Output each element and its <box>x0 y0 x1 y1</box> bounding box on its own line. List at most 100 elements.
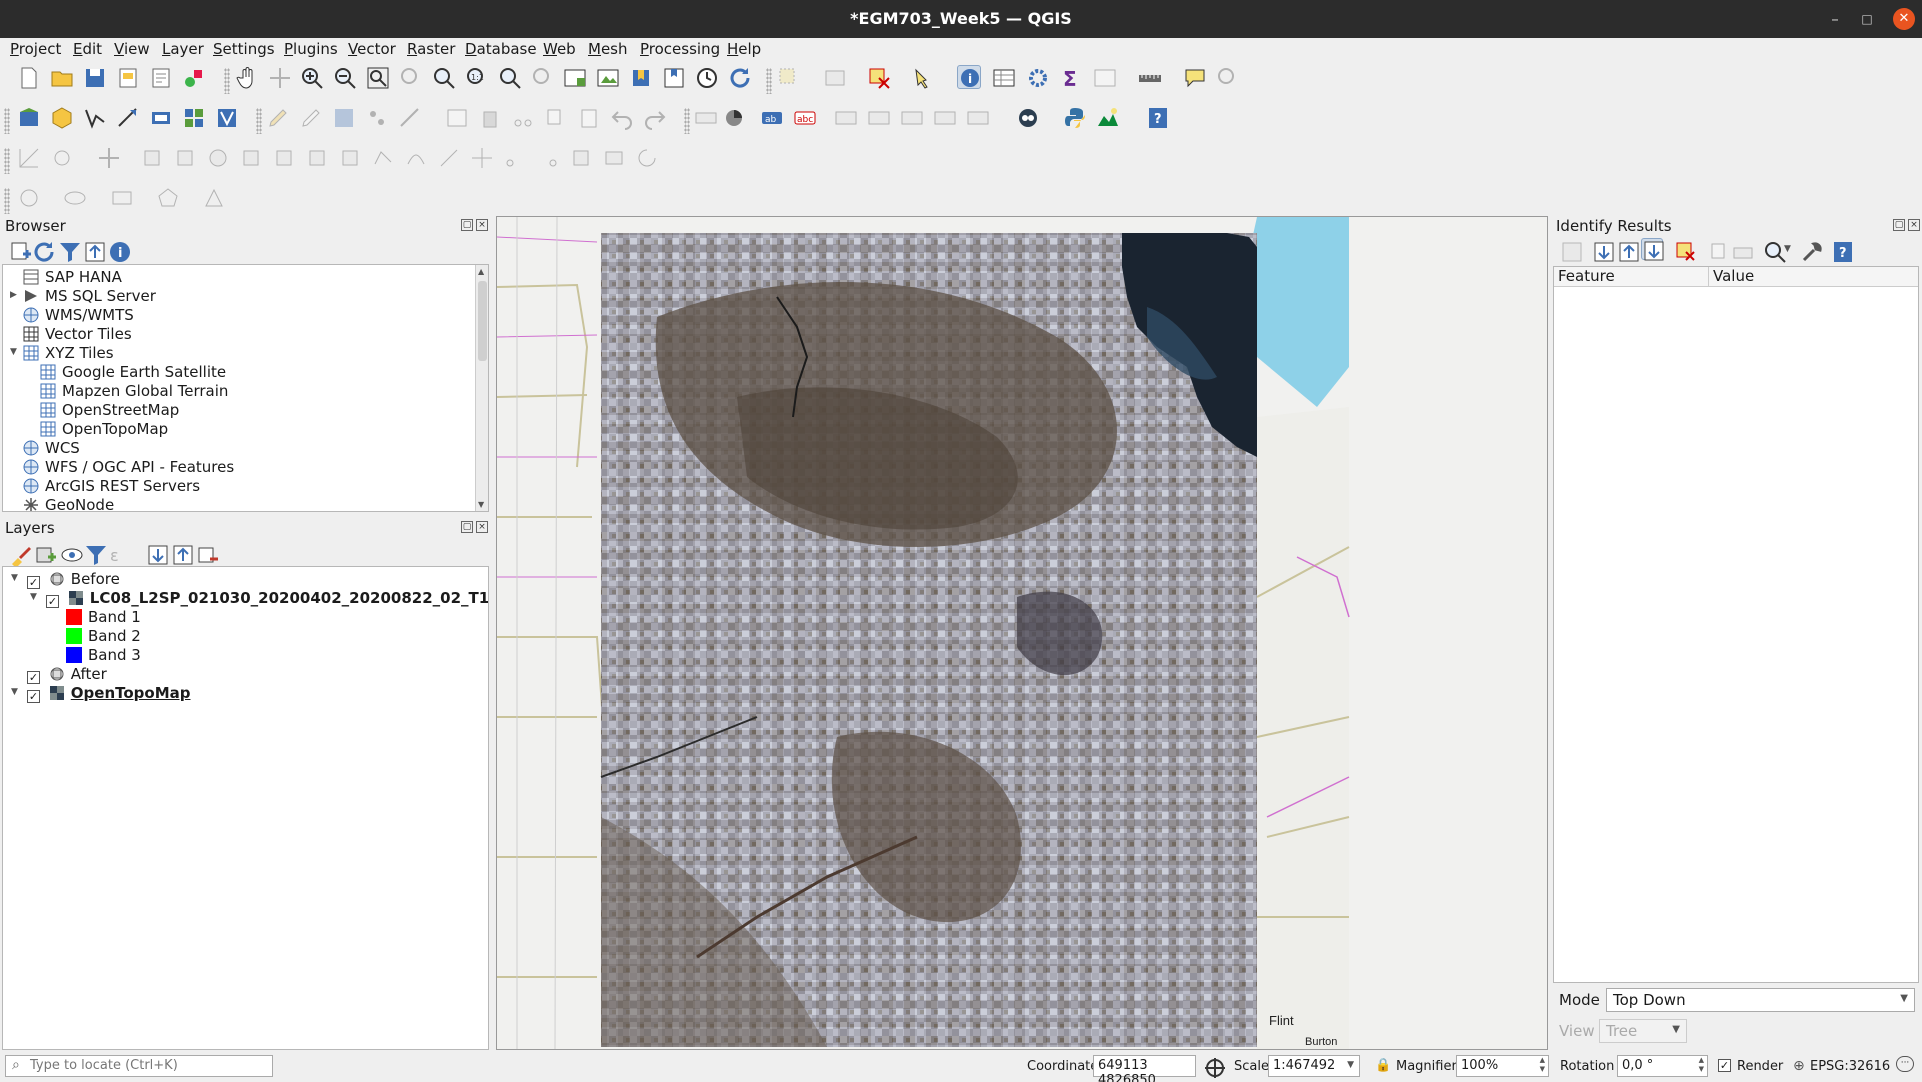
open-project-icon[interactable] <box>50 66 74 90</box>
pan-map-icon[interactable] <box>235 66 259 90</box>
view-select[interactable]: Tree ▼ <box>1599 1019 1687 1043</box>
messages-icon[interactable]: ··· <box>1896 1056 1914 1072</box>
locator-icon[interactable] <box>1216 66 1240 90</box>
new-map-view-icon[interactable] <box>563 66 587 90</box>
zoom-in-icon[interactable] <box>300 66 324 90</box>
add-group-icon[interactable] <box>34 543 56 563</box>
reverse-line-icon[interactable] <box>437 146 461 170</box>
rotate-point-symbols-icon[interactable] <box>635 146 659 170</box>
identify-mode-icon[interactable] <box>1763 240 1786 263</box>
expand-new-results-icon[interactable] <box>1641 238 1664 261</box>
add-feature-icon[interactable] <box>365 106 389 130</box>
menu-database[interactable]: Database <box>465 40 537 58</box>
add-delimited-text-icon[interactable] <box>116 106 140 130</box>
python-console-icon[interactable] <box>1063 106 1087 130</box>
magnifier-field[interactable]: 100% ▲ ▼ <box>1456 1055 1549 1077</box>
browser-item-opentopomap[interactable]: OpenTopoMap <box>40 420 168 439</box>
clear-highlights-icon[interactable] <box>1674 240 1695 261</box>
dropdown-arrow-icon[interactable]: ▼ <box>1784 244 1791 254</box>
merge-attributes-icon[interactable] <box>602 146 626 170</box>
field-calculator-icon[interactable] <box>1093 66 1117 90</box>
quickosm-icon[interactable] <box>1016 106 1040 130</box>
menu-raster[interactable]: Raster <box>407 40 455 58</box>
add-regular-polygon-icon[interactable] <box>156 186 180 210</box>
float-panel-icon[interactable]: ▢ <box>461 219 473 231</box>
properties-info-icon[interactable]: i <box>108 240 130 262</box>
render-checkbox[interactable]: ✓ <box>1718 1059 1731 1072</box>
zoom-native-resolution-icon[interactable]: 1:1 <box>465 66 489 90</box>
close-panel-icon[interactable]: × <box>476 521 488 533</box>
collapse-arrow-icon[interactable]: ▼ <box>10 347 17 357</box>
undo-icon[interactable] <box>610 106 634 130</box>
expand-all-icon[interactable] <box>146 543 168 565</box>
new-geopackage-layer-icon[interactable] <box>50 106 74 130</box>
browser-item-geonode[interactable]: GeoNode <box>23 496 114 511</box>
refresh-icon[interactable] <box>728 66 752 90</box>
menu-edit[interactable]: Edit <box>73 40 102 58</box>
browser-item-xyz-tiles[interactable]: ▼ XYZ Tiles <box>10 344 114 363</box>
select-location-icon[interactable] <box>912 66 936 90</box>
add-ellipse-icon[interactable] <box>63 186 87 210</box>
lock-scale-icon[interactable]: 🔒 <box>1375 1058 1391 1073</box>
layer-visibility-checkbox[interactable]: ✓ <box>46 595 59 608</box>
toolbar-handle[interactable] <box>256 108 262 134</box>
add-wms-layer-icon[interactable] <box>149 106 173 130</box>
delete-ring-icon[interactable] <box>305 146 329 170</box>
copy-feature-icon[interactable] <box>1708 240 1726 259</box>
new-project-icon[interactable] <box>17 66 41 90</box>
add-circle-icon[interactable] <box>17 186 41 210</box>
toggle-extents-icon[interactable] <box>1203 1056 1225 1078</box>
print-response-icon[interactable] <box>1731 240 1753 259</box>
column-header-feature[interactable]: Feature <box>1554 267 1709 287</box>
identify-settings-icon[interactable] <box>1800 240 1822 262</box>
scrollbar-thumb[interactable] <box>478 281 487 361</box>
refresh-browser-icon[interactable] <box>32 240 54 262</box>
modify-attributes-icon[interactable] <box>445 106 469 130</box>
layer-raster[interactable]: ▼ ✓ LC08_L2SP_021030_20200402_20200822_0… <box>30 589 488 608</box>
close-panel-icon[interactable]: × <box>1908 219 1920 231</box>
locator-search-input[interactable]: ⌕ Type to locate (Ctrl+K) <box>5 1055 273 1077</box>
browser-item-wms[interactable]: WMS/WMTS <box>23 306 134 325</box>
filter-by-expression-icon[interactable]: ε <box>108 543 126 565</box>
menu-layer[interactable]: Layer <box>162 40 204 58</box>
crs-button[interactable]: EPSG:32616 <box>1810 1059 1890 1074</box>
help-icon[interactable]: ? <box>1146 106 1170 130</box>
zoom-to-selection-icon[interactable] <box>399 66 423 90</box>
add-rectangle-icon[interactable] <box>110 186 134 210</box>
offset-curve-icon[interactable] <box>404 146 428 170</box>
move-label-icon[interactable] <box>900 106 924 130</box>
toolbar-handle[interactable] <box>766 68 772 94</box>
layer-group-after[interactable]: ✓ After <box>27 665 107 684</box>
collapse-arrow-icon[interactable]: ▼ <box>11 573 18 583</box>
reshape-features-icon[interactable] <box>371 146 395 170</box>
merge-features-icon[interactable] <box>569 146 593 170</box>
browser-item-wcs[interactable]: WCS <box>23 439 80 458</box>
layer-visibility-checkbox[interactable]: ✓ <box>27 671 40 684</box>
maximize-button[interactable]: □ <box>1856 8 1878 30</box>
temporal-controller-icon[interactable] <box>695 66 719 90</box>
scale-field[interactable]: 1:467492 ▼ <box>1268 1055 1360 1077</box>
move-feature-icon[interactable] <box>97 146 121 170</box>
style-manager-icon[interactable] <box>182 66 206 90</box>
split-features-icon[interactable] <box>503 146 527 170</box>
layer-group-before[interactable]: ▼ ✓ Before <box>11 570 120 589</box>
zoom-next-icon[interactable] <box>531 66 555 90</box>
layer-labeling-icon[interactable]: ab <box>760 106 784 130</box>
browser-item-arcgis-rest[interactable]: ArcGIS REST Servers <box>23 477 200 496</box>
menu-web[interactable]: Web <box>543 40 576 58</box>
map-tips-icon[interactable] <box>1183 66 1207 90</box>
spinner-icon[interactable]: ▲ ▼ <box>1699 1056 1704 1074</box>
collapse-all-icon[interactable] <box>83 240 105 262</box>
float-panel-icon[interactable]: ▢ <box>461 521 473 533</box>
add-vector-layer-icon[interactable] <box>83 106 107 130</box>
copy-features-icon[interactable] <box>544 106 568 130</box>
highlight-pinned-labels-icon[interactable]: abc <box>793 106 817 130</box>
browser-item-vector-tiles[interactable]: Vector Tiles <box>23 325 132 344</box>
statistical-summary-icon[interactable]: Σ <box>1059 66 1083 90</box>
advanced-digitizing-icon[interactable] <box>17 146 41 170</box>
add-circular-string-icon[interactable] <box>50 146 74 170</box>
remove-layer-icon[interactable] <box>196 543 218 563</box>
measure-line-icon[interactable] <box>1138 66 1162 90</box>
menu-help[interactable]: Help <box>727 40 761 58</box>
show-bookmarks-icon[interactable] <box>662 66 686 90</box>
